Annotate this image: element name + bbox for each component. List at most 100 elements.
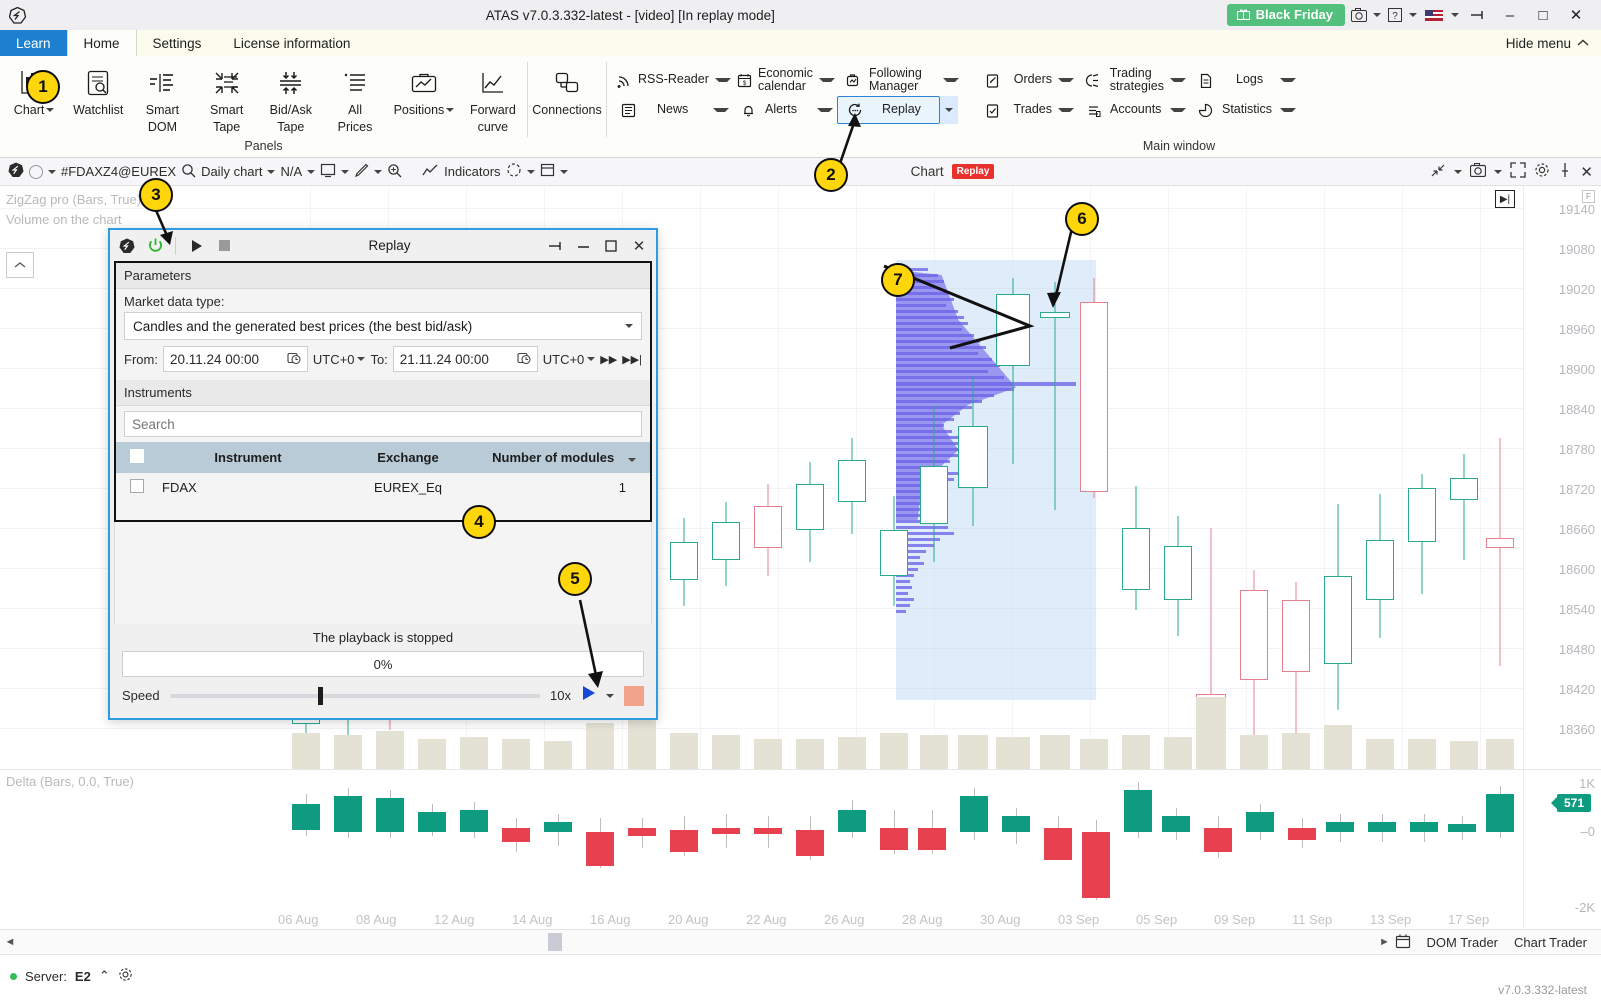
market-data-type-select[interactable]: Candles and the generated best prices (t… <box>124 312 642 340</box>
ribbon-economic-calendar-button[interactable]: $ Economic calendar <box>733 66 837 94</box>
window-icon[interactable] <box>540 163 555 180</box>
settings-circle-icon[interactable] <box>506 162 522 181</box>
tab-license-information[interactable]: License information <box>217 30 366 56</box>
power-icon[interactable] <box>144 235 166 257</box>
layout-dropdown-caret[interactable] <box>341 170 349 174</box>
ribbon-logs-button[interactable]: Logs <box>1190 66 1300 94</box>
scrollbar-thumb[interactable] <box>548 933 562 951</box>
chevron-down-icon[interactable] <box>1280 108 1296 112</box>
ribbon-following-manager-button[interactable]: Following Manager <box>837 66 963 94</box>
to-datetime-input[interactable]: 21.11.24 00:00 <box>393 346 538 372</box>
delta-indicator-panel[interactable]: Delta (Bars, 0.0, True) 1K –0 <box>0 769 1601 929</box>
chevron-down-icon[interactable] <box>943 78 959 82</box>
magnifier-plus-icon[interactable] <box>387 163 402 181</box>
timeframe-label[interactable]: Daily chart <box>201 164 262 179</box>
skip-forward-icon[interactable]: ▶| <box>1495 190 1515 208</box>
settings-dropdown-caret[interactable] <box>527 170 535 174</box>
price-axis[interactable]: ▶| F 19140 19080 19020 18960 18900 18840… <box>1523 186 1601 769</box>
ribbon-orders-button[interactable]: Orders <box>980 66 1078 94</box>
column-instrument[interactable]: Instrument <box>158 442 338 473</box>
indicator-line-icon[interactable] <box>422 163 439 181</box>
ribbon-watchlist-button[interactable]: Watchlist <box>66 60 130 132</box>
template-label[interactable]: N/A <box>280 164 302 179</box>
play-dropdown-caret[interactable] <box>606 694 614 698</box>
connection-status-icon[interactable] <box>29 165 43 179</box>
table-row[interactable]: FDAX EUREX_Eq 1 <box>116 473 650 502</box>
chart-trader-button[interactable]: Chart Trader <box>1514 935 1587 950</box>
fullscreen-icon[interactable] <box>1510 162 1526 181</box>
row-checkbox-cell[interactable] <box>116 473 158 502</box>
chevron-down-icon[interactable] <box>1170 78 1186 82</box>
black-friday-button[interactable]: Black Friday <box>1227 4 1345 26</box>
ribbon-smart-dom-button[interactable]: Smart DOM <box>130 60 194 134</box>
select-all-checkbox[interactable] <box>130 449 144 463</box>
language-flag-icon[interactable] <box>1420 4 1448 26</box>
camera-dropdown-caret[interactable] <box>1494 170 1502 174</box>
column-modules[interactable]: Number of modules <box>478 442 650 473</box>
gear-icon[interactable] <box>118 967 133 985</box>
ribbon-statistics-button[interactable]: Statistics <box>1190 96 1300 124</box>
layout-icon[interactable] <box>320 163 336 181</box>
from-timezone-select[interactable]: UTC+0 <box>313 352 366 367</box>
ribbon-positions-button[interactable]: Positions <box>387 60 461 132</box>
select-all-header[interactable] <box>116 442 158 473</box>
play-icon[interactable] <box>185 235 207 257</box>
help-dropdown-caret[interactable] <box>1409 13 1417 17</box>
collapse-icon[interactable] <box>1430 163 1446 181</box>
camera-dropdown-caret[interactable] <box>1373 13 1381 17</box>
camera-icon[interactable] <box>1470 163 1486 180</box>
minimize-icon[interactable] <box>572 235 594 257</box>
instrument-label[interactable]: #FDAXZ4@EUREX <box>61 164 176 179</box>
row-checkbox[interactable] <box>130 479 144 493</box>
chevron-down-icon[interactable] <box>46 108 54 112</box>
chevron-down-icon[interactable] <box>819 78 835 82</box>
scroll-right-arrow[interactable]: ► <box>1375 936 1395 948</box>
template-dropdown-caret[interactable] <box>307 170 315 174</box>
search-icon[interactable] <box>181 163 196 181</box>
clock-icon[interactable] <box>287 351 301 368</box>
ribbon-connections-button[interactable]: Connections <box>530 60 604 132</box>
play-button[interactable] <box>581 685 596 706</box>
ribbon-bid-ask-tape-button[interactable]: Bid/Ask Tape <box>259 60 323 134</box>
ribbon-trading-strategies-button[interactable]: Trading strategies <box>1078 66 1190 94</box>
maximize-icon[interactable] <box>600 235 622 257</box>
search-input[interactable] <box>132 417 634 432</box>
chevron-down-icon[interactable] <box>713 108 729 112</box>
gear-icon[interactable] <box>1534 162 1550 181</box>
ribbon-trades-button[interactable]: Trades <box>980 96 1078 124</box>
scroll-left-arrow[interactable]: ◄ <box>0 936 20 948</box>
pencil-icon[interactable] <box>354 163 369 181</box>
maximize-button[interactable]: □ <box>1528 1 1558 29</box>
instruments-table[interactable]: Instrument Exchange Number of modules FD… <box>116 442 650 502</box>
ribbon-alerts-button[interactable]: Alerts <box>733 96 837 124</box>
pin-icon[interactable] <box>1558 162 1572 181</box>
stop-button[interactable] <box>624 686 644 706</box>
dom-trader-button[interactable]: DOM Trader <box>1427 935 1499 950</box>
pin-icon[interactable] <box>1462 1 1492 29</box>
chart-collapse-button[interactable] <box>6 252 34 278</box>
help-icon[interactable]: ? <box>1384 4 1406 26</box>
timeframe-dropdown-caret[interactable] <box>267 170 275 174</box>
pin-icon[interactable] <box>544 235 566 257</box>
speed-slider[interactable] <box>170 694 540 698</box>
ribbon-news-button[interactable]: News <box>613 96 733 124</box>
close-icon[interactable]: ✕ <box>628 235 650 257</box>
ribbon-replay-dropdown[interactable] <box>940 96 958 124</box>
speed-slider-knob[interactable] <box>318 687 323 705</box>
instrument-search-box[interactable] <box>124 411 642 437</box>
chevron-down-icon[interactable] <box>1058 108 1074 112</box>
indicators-label[interactable]: Indicators <box>444 164 500 179</box>
camera-icon[interactable] <box>1348 4 1370 26</box>
chevron-down-icon[interactable] <box>1280 78 1296 82</box>
ribbon-rss-reader-button[interactable]: RSS-Reader <box>613 66 733 94</box>
horizontal-scrollbar[interactable]: ◄ ► DOM Trader Chart Trader <box>0 929 1601 955</box>
ribbon-smart-tape-button[interactable]: Smart Tape <box>195 60 259 134</box>
ribbon-forward-curve-button[interactable]: Forward curve <box>461 60 525 134</box>
chevron-down-icon[interactable] <box>715 78 731 82</box>
skip-to-end-icon[interactable]: ▶▶| <box>622 353 642 366</box>
tab-learn[interactable]: Learn <box>0 30 67 56</box>
replay-dialog[interactable]: Replay ✕ Parameters Market data type: Ca… <box>108 228 658 720</box>
to-timezone-select[interactable]: UTC+0 <box>543 352 596 367</box>
from-datetime-input[interactable]: 20.11.24 00:00 <box>163 346 308 372</box>
column-exchange[interactable]: Exchange <box>338 442 478 473</box>
